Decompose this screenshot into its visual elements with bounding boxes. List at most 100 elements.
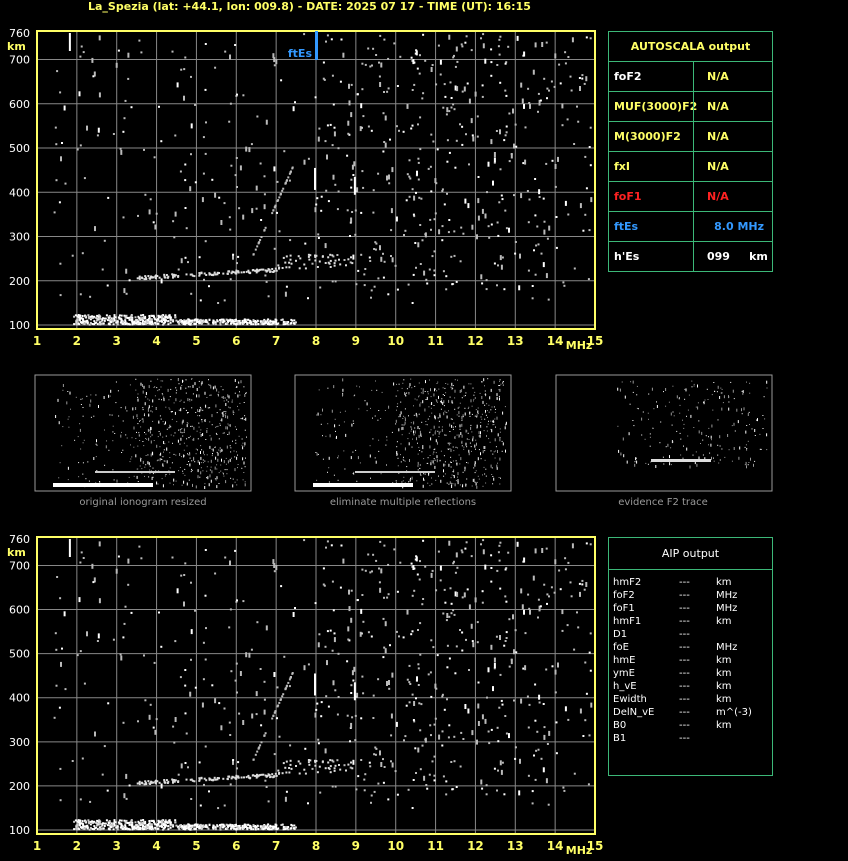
thumb-eliminate-dot [480, 422, 482, 423]
thumb-eliminate-dot [470, 424, 472, 426]
top-noise-dot [325, 189, 328, 192]
thumb-original-dot [109, 414, 111, 416]
thumb-original-dot [235, 439, 236, 441]
thumb-original-dot [241, 438, 243, 440]
bottom-noise-dot [251, 713, 254, 719]
bottom-noise-dot [199, 804, 202, 807]
bottom-noise-dot [504, 640, 507, 642]
bottom-e-trace [121, 827, 124, 830]
bottom-noise-dot [220, 725, 223, 731]
top-noise-dot [278, 230, 281, 233]
top-e-trace [142, 323, 145, 326]
thumb-eliminate-dot [427, 391, 429, 393]
top-noise-dot [585, 187, 588, 190]
top-noise-dot [453, 108, 456, 111]
thumb-original-dot [243, 402, 245, 403]
bottom-noise-dot [362, 620, 365, 623]
top-noise-dot [205, 121, 207, 124]
bottom-e-trace [155, 823, 158, 826]
thumb-original-dot [192, 393, 194, 395]
thumb-original-dot [183, 480, 185, 484]
top-e-trace [131, 323, 134, 326]
thumb-evidence-dot [766, 380, 768, 384]
top-y-tick-label: 700 [9, 54, 30, 67]
bottom-noise-dot [486, 696, 488, 699]
thumb-original-dot [216, 426, 218, 428]
top-noise-dot [61, 142, 63, 144]
bottom-noise-dot [493, 767, 496, 770]
thumb-original-dot [136, 475, 138, 479]
bottom-e-trace [143, 822, 146, 825]
bottom-y-tick-label: 500 [9, 648, 30, 661]
thumb-eliminate-dot [485, 394, 487, 396]
top-es-trace [290, 262, 293, 265]
bottom-noise-dot [531, 802, 534, 805]
thumb-eliminate-dot [476, 481, 478, 483]
bottom-es-trace [155, 779, 157, 782]
bottom-noise-dot [348, 589, 350, 595]
bottom-noise-dot [237, 761, 240, 764]
top-e-trace [116, 320, 119, 323]
top-noise-dot [413, 195, 416, 201]
bottom-noise-dot [234, 549, 237, 552]
bottom-noise-dot [535, 749, 538, 752]
bottom-es-trace [144, 783, 147, 785]
top-noise-dot [399, 55, 402, 58]
top-e-trace [144, 322, 147, 325]
bottom-f-trace [271, 717, 274, 720]
thumb-original-dot [125, 406, 127, 410]
thumb-original-dot [226, 399, 228, 401]
top-noise-dot [512, 108, 514, 114]
thumb-eliminate-dot [463, 395, 465, 397]
thumb-eliminate-dot [484, 404, 486, 406]
bottom-noise-dot [453, 760, 456, 763]
top-noise-dot [540, 252, 543, 255]
top-noise-dot [334, 183, 337, 186]
top-noise-dot [350, 186, 353, 189]
bottom-noise-dot [419, 560, 421, 563]
bottom-noise-dot [187, 766, 189, 769]
thumb-original-dot [169, 424, 171, 428]
bottom-noise-dot [461, 631, 464, 634]
thumb-evidence-dot [679, 432, 681, 434]
bottom-x-unit: MHz [566, 844, 593, 857]
bottom-e-trace [256, 824, 259, 827]
thumb-original-dot [186, 482, 188, 486]
thumb-original-dot [243, 419, 245, 421]
bottom-y-tick-label: 600 [9, 604, 30, 617]
thumb-evidence-dot [754, 460, 756, 462]
bottom-noise-dot [55, 648, 58, 651]
thumb-eliminate-dot [335, 437, 337, 439]
top-es-trace [228, 270, 231, 273]
aip-row-hme: hmE --- km [613, 654, 768, 667]
bottom-noise-dot [354, 714, 357, 717]
thumb-original-dot [244, 442, 246, 446]
top-noise-dot [430, 67, 433, 72]
top-noise-dot [190, 292, 193, 295]
top-noise-dot [123, 117, 126, 120]
bottom-f-trace [252, 758, 255, 761]
bottom-noise-dot [380, 568, 383, 574]
bottom-noise-dot [476, 621, 479, 624]
top-noise-dot [394, 264, 397, 267]
thumb-original-dot [140, 426, 142, 428]
thumb-original-dot [208, 483, 210, 487]
bottom-e-trace [98, 819, 101, 822]
top-noise-dot [228, 120, 231, 123]
bottom-noise-dot [250, 648, 253, 651]
thumb-original-dot [218, 438, 220, 440]
bottom-noise-dot [229, 734, 232, 736]
bottom-noise-dot [460, 731, 463, 734]
thumb-eliminate-dot [455, 480, 457, 482]
bottom-f-trace [263, 734, 266, 737]
thumb-original-dot [135, 454, 137, 458]
bottom-e-trace [87, 819, 90, 822]
top-e-trace [108, 315, 111, 317]
bottom-noise-dot [527, 593, 530, 596]
bottom-noise-dot [477, 681, 480, 684]
bottom-noise-dot [505, 600, 508, 603]
thumb-evidence-dot [762, 415, 764, 416]
thumb-original-dot [224, 469, 226, 471]
top-e-trace [134, 316, 137, 319]
bottom-es-trace [321, 760, 324, 763]
